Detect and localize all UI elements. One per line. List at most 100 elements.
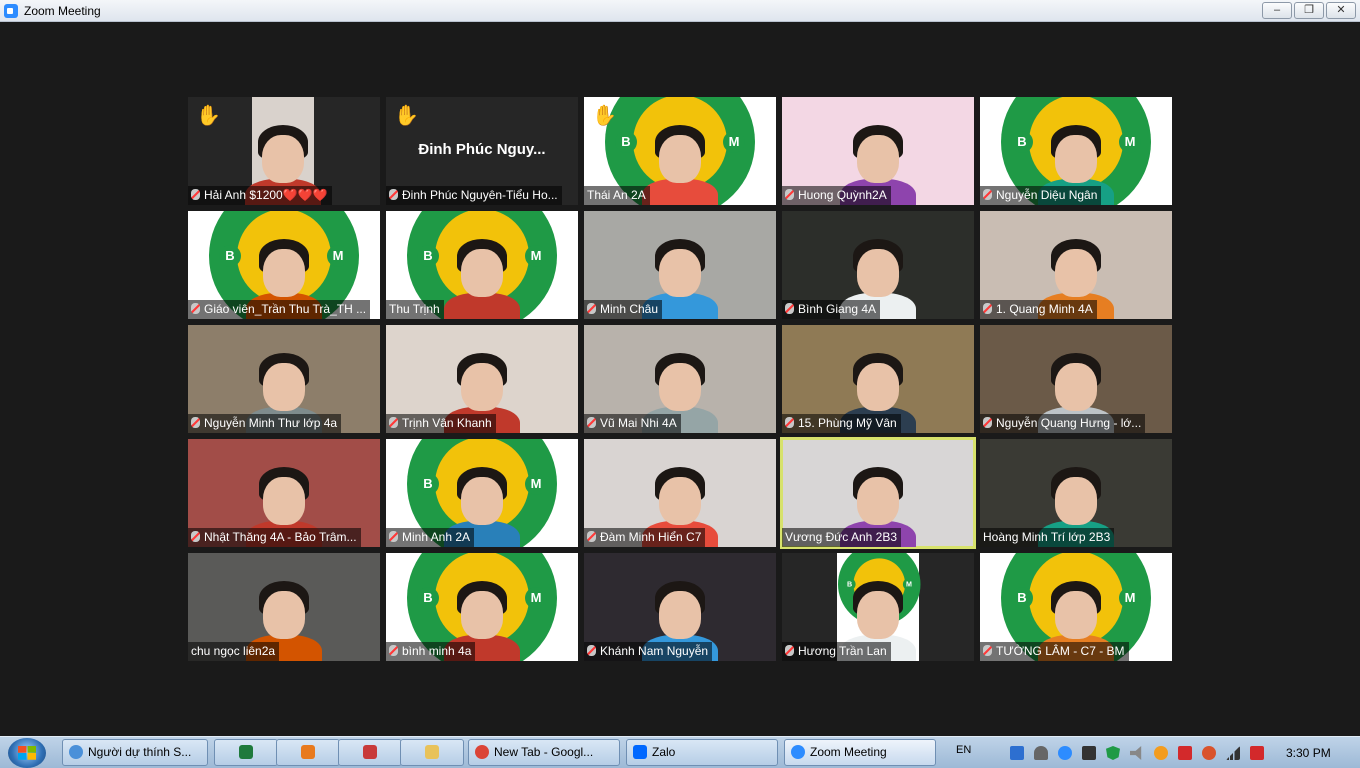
participant-name: Nhật Thăng 4A - Bảo Trâm...	[204, 530, 357, 544]
logo-letter-b: B	[1011, 587, 1033, 609]
participant-face	[263, 363, 305, 411]
participant-tile[interactable]: B M Nguyễn Diệu Ngân	[980, 97, 1172, 205]
restore-button[interactable]: ❐	[1294, 2, 1324, 19]
zoom-participants-icon	[69, 745, 83, 759]
participant-name-label: 15. Phùng Mỹ Vân	[782, 414, 901, 433]
participant-tile[interactable]: B M Hương Trần Lan	[782, 553, 974, 661]
participant-tile[interactable]: Nguyễn Quang Hưng - lớ...	[980, 325, 1172, 433]
device-tray-icon[interactable]	[1082, 746, 1096, 760]
zoom-tray-icon[interactable]	[1058, 746, 1072, 760]
participant-face	[857, 249, 899, 297]
window-title: Zoom Meeting	[24, 4, 101, 18]
participant-name: 15. Phùng Mỹ Vân	[798, 416, 897, 430]
start-button[interactable]	[8, 738, 46, 768]
muted-mic-icon	[389, 189, 398, 200]
participant-name-label: Minh Anh 2A	[386, 528, 475, 547]
language-indicator[interactable]: EN	[956, 744, 971, 756]
participant-tile[interactable]: B M Giáo viên_Trần Thu Trà_TH ...	[188, 211, 380, 319]
participant-tile[interactable]: Đàm Minh Hiển C7	[584, 439, 776, 547]
muted-mic-icon	[389, 531, 398, 542]
participant-tile[interactable]: B M ✋ Thái An 2A	[584, 97, 776, 205]
logo-letter-m: M	[902, 578, 915, 591]
participant-name-label: Hương Trần Lan	[782, 642, 891, 661]
update-tray-icon[interactable]	[1154, 746, 1168, 760]
participant-tile[interactable]: ✋ Hải Anh $1200❤️❤️❤️	[188, 97, 380, 205]
participant-face	[1055, 135, 1097, 183]
participant-tile[interactable]: Đinh Phúc Nguy... ✋ Đinh Phúc Nguyên-Tiểu …	[386, 97, 578, 205]
participant-tile[interactable]: Nguyễn Minh Thư lớp 4a	[188, 325, 380, 433]
participant-face	[263, 477, 305, 525]
participant-face	[857, 591, 899, 639]
logo-letter-b: B	[1011, 131, 1033, 153]
participant-tile[interactable]: Huong Quỳnh2A	[782, 97, 974, 205]
taskbar-item-label: New Tab - Googl...	[494, 745, 594, 759]
taskbar-item-participants[interactable]: Người dự thính S...	[62, 739, 208, 766]
participant-face	[461, 477, 503, 525]
antivirus-tray-icon[interactable]	[1178, 746, 1192, 760]
logo-letter-m: M	[723, 131, 745, 153]
window-titlebar: Zoom Meeting – ❐ ✕	[0, 0, 1360, 22]
taskbar-clock[interactable]: 3:30 PM	[1286, 746, 1331, 760]
participant-tile[interactable]: Minh Châu	[584, 211, 776, 319]
participant-name: Hương Trần Lan	[798, 644, 887, 658]
gallery-view: ✋ Hải Anh $1200❤️❤️❤️ Đinh Phúc Nguy... ✋ Đi…	[0, 22, 1360, 736]
participant-name: bình minh 4a	[402, 644, 472, 658]
participant-display-name: Đinh Phúc Nguy...	[418, 141, 546, 158]
zalo-tray-icon[interactable]	[1010, 746, 1024, 760]
logo-letter-m: M	[525, 587, 547, 609]
participant-tile[interactable]: Bình Giang 4A	[782, 211, 974, 319]
participant-tile[interactable]: Khánh Nam Nguyễn	[584, 553, 776, 661]
participant-tile[interactable]: Hoàng Minh Trí lớp 2B3	[980, 439, 1172, 547]
minimize-button[interactable]: –	[1262, 2, 1292, 19]
logo-letter-b: B	[417, 587, 439, 609]
lock-tray-icon[interactable]	[1034, 746, 1048, 760]
taskbar-item-excel[interactable]	[214, 739, 278, 766]
participant-face	[857, 477, 899, 525]
participant-tile[interactable]: B M Thu Trịnh	[386, 211, 578, 319]
participant-face	[461, 363, 503, 411]
taskbar-item-zoom[interactable]: Zoom Meeting	[784, 739, 936, 766]
participant-tile[interactable]: B Mbình minh 4a	[386, 553, 578, 661]
taskbar-item-label: Người dự thính S...	[88, 745, 192, 759]
taskbar-item-zalo[interactable]: Zalo	[626, 739, 778, 766]
participant-name-label: Trịnh Vân Khanh	[386, 414, 496, 433]
muted-mic-icon	[191, 303, 200, 314]
participant-name-label: Nguyễn Quang Hưng - lớ...	[980, 414, 1146, 433]
taskbar-item-label: Zalo	[652, 745, 676, 759]
muted-mic-icon	[191, 189, 200, 200]
participant-name: 1. Quang Minh 4A	[996, 302, 1093, 316]
muted-mic-icon	[587, 417, 596, 428]
taskbar-item-app[interactable]	[338, 739, 402, 766]
logo-letter-b: B	[219, 245, 241, 267]
zoom-app-icon	[4, 4, 18, 18]
taskbar-item-folder[interactable]	[400, 739, 464, 766]
participant-tile[interactable]: Vũ Mai Nhi 4A	[584, 325, 776, 433]
network-warning-icon[interactable]	[1250, 746, 1264, 760]
participant-tile[interactable]: 1. Quang Minh 4A	[980, 211, 1172, 319]
shield-tray-icon[interactable]	[1106, 746, 1120, 760]
participant-name: Bình Giang 4A	[798, 302, 877, 316]
participant-tile[interactable]: chu ngọc liên2a	[188, 553, 380, 661]
taskbar: Người dự thính S... New Tab - Googl... Z…	[0, 736, 1360, 768]
taskbar-item-media[interactable]	[276, 739, 340, 766]
participant-tile[interactable]: B M Minh Anh 2A	[386, 439, 578, 547]
participant-face	[1055, 591, 1097, 639]
raised-hand-icon: ✋	[394, 105, 419, 127]
signal-icon[interactable]	[1226, 746, 1240, 760]
participant-tile[interactable]: Vương Đức Anh 2B3	[780, 437, 976, 549]
raised-hand-icon: ✋	[196, 105, 221, 127]
volume-icon[interactable]	[1130, 746, 1142, 760]
close-button[interactable]: ✕	[1326, 2, 1356, 19]
participant-name: Huong Quỳnh2A	[798, 188, 887, 202]
media-player-icon	[301, 745, 315, 759]
taskbar-item-chrome[interactable]: New Tab - Googl...	[468, 739, 620, 766]
participant-tile[interactable]: B M TƯỜNG LÂM - C7 - BM	[980, 553, 1172, 661]
participant-tile[interactable]: 15. Phùng Mỹ Vân	[782, 325, 974, 433]
logo-letter-m: M	[525, 473, 547, 495]
app-tray-icon[interactable]	[1202, 746, 1216, 760]
participant-tile[interactable]: Trịnh Vân Khanh	[386, 325, 578, 433]
participant-name-label: bình minh 4a	[386, 642, 476, 661]
participant-name-label: TƯỜNG LÂM - C7 - BM	[980, 642, 1129, 661]
participant-name: Vũ Mai Nhi 4A	[600, 416, 677, 430]
participant-tile[interactable]: Nhật Thăng 4A - Bảo Trâm...	[188, 439, 380, 547]
